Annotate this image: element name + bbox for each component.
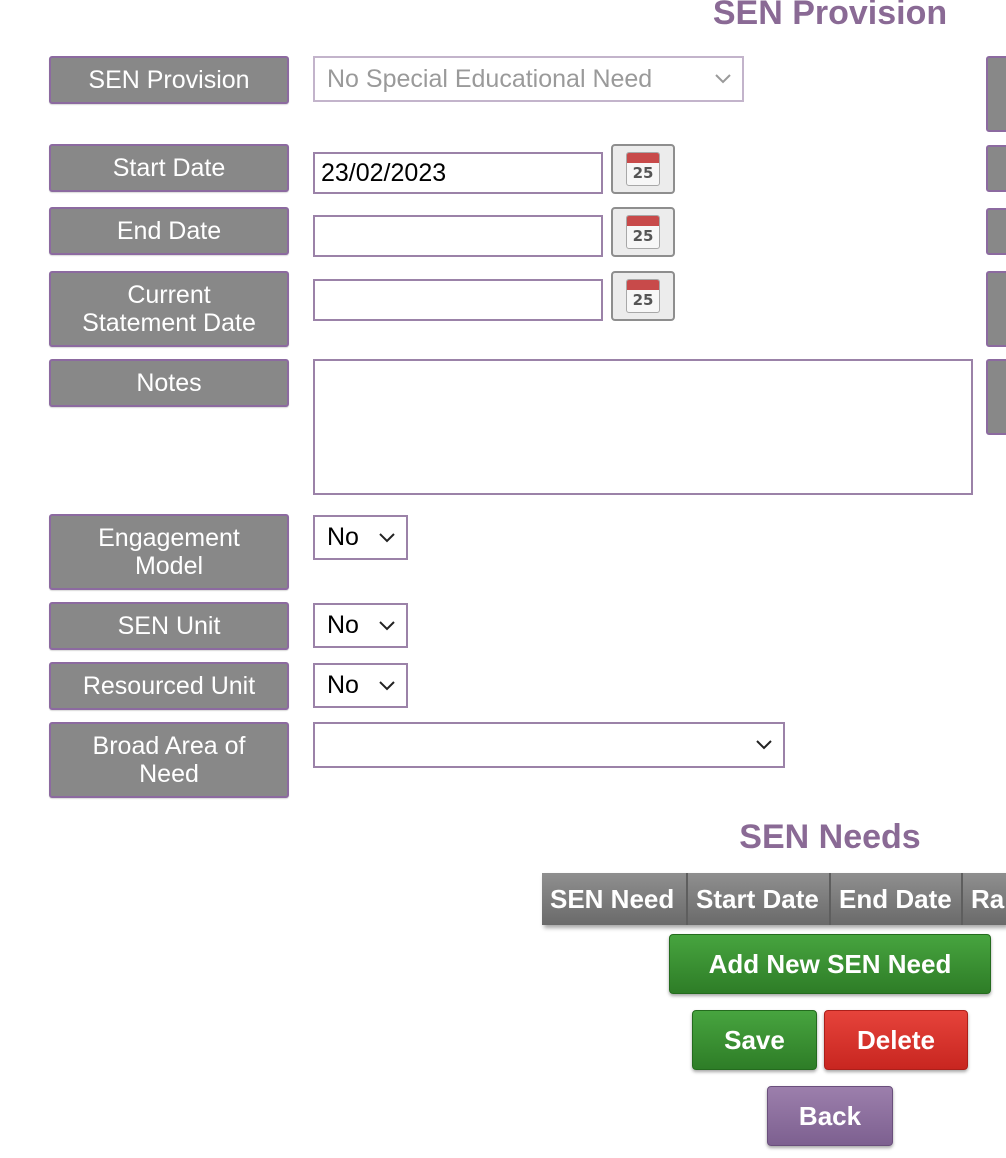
engagement-model-value: No <box>327 523 359 551</box>
end-date-label-text: End Date <box>116 217 222 245</box>
notes-label: Notes <box>49 359 289 407</box>
broad-area-of-need-label-line1: Broad Area of <box>92 732 246 760</box>
calendar-icon: 25 <box>626 279 660 313</box>
engagement-model-select[interactable]: No <box>313 515 408 560</box>
current-statement-date-calendar-button[interactable]: 25 <box>611 271 675 321</box>
add-new-sen-need-button[interactable]: Add New SEN Need <box>669 934 991 994</box>
save-button[interactable]: Save <box>692 1010 817 1070</box>
page-title: SEN Provision <box>712 0 948 32</box>
chevron-down-icon <box>379 620 395 630</box>
resourced-unit-select[interactable]: No <box>313 663 408 708</box>
start-date-input[interactable]: 23/02/2023 <box>313 152 603 194</box>
sen-needs-title: SEN Needs <box>739 818 921 856</box>
sen-needs-table-header: SEN Need Start Date End Date Ra <box>542 873 1006 925</box>
column-header-start-date[interactable]: Start Date <box>688 873 831 925</box>
right-edge-label-4 <box>986 271 1006 347</box>
end-date-label: End Date <box>49 207 289 255</box>
start-date-label-text: Start Date <box>112 154 226 182</box>
current-statement-date-label-line2: Statement Date <box>82 309 256 337</box>
chevron-down-icon <box>756 740 772 750</box>
start-date-calendar-button[interactable]: 25 <box>611 144 675 194</box>
engagement-model-label-line1: Engagement <box>98 524 240 552</box>
sen-provision-label-text: SEN Provision <box>88 66 250 94</box>
sen-unit-select[interactable]: No <box>313 603 408 648</box>
sen-unit-label: SEN Unit <box>49 602 289 650</box>
sen-provision-select[interactable]: No Special Educational Need <box>313 56 744 102</box>
delete-button[interactable]: Delete <box>824 1010 968 1070</box>
current-statement-date-input[interactable] <box>313 279 603 321</box>
current-statement-date-label: Current Statement Date <box>49 271 289 347</box>
broad-area-of-need-select[interactable] <box>313 722 785 768</box>
chevron-down-icon <box>379 680 395 690</box>
calendar-icon: 25 <box>626 152 660 186</box>
calendar-icon: 25 <box>626 215 660 249</box>
start-date-label: Start Date <box>49 144 289 192</box>
right-edge-label-1 <box>986 56 1006 132</box>
back-button[interactable]: Back <box>767 1086 893 1146</box>
sen-provision-value: No Special Educational Need <box>327 64 653 93</box>
end-date-input[interactable] <box>313 215 603 257</box>
resourced-unit-label: Resourced Unit <box>49 662 289 710</box>
chevron-down-icon <box>379 532 395 542</box>
resourced-unit-value: No <box>327 671 359 699</box>
current-statement-date-label-line1: Current <box>127 281 211 309</box>
sen-provision-label: SEN Provision <box>49 56 289 104</box>
column-header-ra[interactable]: Ra <box>963 873 1006 925</box>
engagement-model-label-line2: Model <box>134 552 204 580</box>
right-edge-label-5 <box>986 359 1006 435</box>
sen-unit-label-text: SEN Unit <box>117 612 221 640</box>
right-edge-label-2 <box>986 145 1006 192</box>
right-edge-label-3 <box>986 208 1006 255</box>
chevron-down-icon <box>715 74 731 84</box>
column-header-sen-need[interactable]: SEN Need <box>542 873 688 925</box>
notes-textarea[interactable] <box>313 359 973 495</box>
sen-unit-value: No <box>327 611 359 639</box>
broad-area-of-need-label: Broad Area of Need <box>49 722 289 798</box>
column-header-end-date[interactable]: End Date <box>831 873 963 925</box>
notes-label-text: Notes <box>136 369 202 397</box>
resourced-unit-label-text: Resourced Unit <box>82 672 256 700</box>
end-date-calendar-button[interactable]: 25 <box>611 207 675 257</box>
engagement-model-label: Engagement Model <box>49 514 289 590</box>
broad-area-of-need-label-line2: Need <box>139 760 199 788</box>
